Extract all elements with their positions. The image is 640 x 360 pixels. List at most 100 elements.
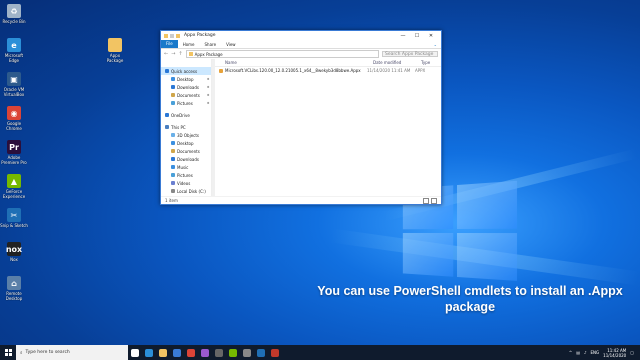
task-view-icon[interactable] xyxy=(128,345,142,360)
address-bar[interactable]: Appx Package xyxy=(185,50,379,58)
app-icon[interactable] xyxy=(268,345,282,360)
recycle-bin-icon: ♻ xyxy=(7,4,21,18)
nav-item[interactable]: Downloads xyxy=(161,155,211,163)
search-placeholder: Search Appx Package xyxy=(385,51,434,57)
pin-icon: ✱ xyxy=(206,101,210,105)
title-bar[interactable]: Appx Package — ☐ ✕ xyxy=(161,31,441,40)
nav-item[interactable]: Pictures xyxy=(161,171,211,179)
expand-ribbon-icon[interactable]: ⌄ xyxy=(434,42,441,47)
taskbar-search[interactable]: ⌕ Type here to search xyxy=(16,345,128,360)
network-icon[interactable]: ▤ xyxy=(576,350,580,355)
chrome-icon[interactable] xyxy=(184,345,198,360)
nav-item[interactable]: Quick access xyxy=(161,67,212,75)
appx-package-folder[interactable]: Appx Package xyxy=(101,38,129,63)
desktop-icon[interactable]: ⌂ Remote Desktop xyxy=(0,276,28,301)
nav-item[interactable]: Pictures ✱ xyxy=(161,99,211,107)
nav-icon xyxy=(171,101,175,105)
start-button[interactable] xyxy=(0,345,16,360)
navigation-pane[interactable]: Quick access Desktop ✱ Downloads ✱ Documents ✱… xyxy=(161,59,213,197)
nav-icon xyxy=(171,141,175,145)
tab-share[interactable]: Share xyxy=(200,42,222,47)
desktop-icon-label: Oracle VM VirtualBox xyxy=(3,87,25,97)
desktop-icon[interactable]: ▲ GeForce Experience xyxy=(0,174,28,199)
volume-icon[interactable]: ♪ xyxy=(584,350,587,355)
system-tray[interactable]: ^ ▤ ♪ ENG 11:42 AM 11/14/2020 ▢ xyxy=(569,348,640,358)
geforce-icon[interactable] xyxy=(226,345,240,360)
settings-icon[interactable] xyxy=(240,345,254,360)
nav-icon xyxy=(165,69,169,73)
quick-access-toolbar[interactable] xyxy=(164,33,180,38)
store-icon[interactable] xyxy=(170,345,184,360)
clock-date: 11/14/2020 xyxy=(603,352,627,358)
properties-icon[interactable] xyxy=(170,33,174,38)
nav-item[interactable]: Documents ✱ xyxy=(161,91,211,99)
desktop-icon[interactable]: Pr Adobe Premiere Pro xyxy=(0,140,28,165)
nav-item[interactable]: Desktop xyxy=(161,139,211,147)
search-box[interactable]: Search Appx Package xyxy=(382,51,438,57)
nav-item-label: Quick access xyxy=(171,68,198,74)
details-view-icon[interactable] xyxy=(423,197,429,204)
taskbar-app-glyph xyxy=(271,348,279,357)
back-icon[interactable]: ← xyxy=(164,51,168,57)
language-indicator[interactable]: ENG xyxy=(591,350,600,355)
chevron-up-icon[interactable]: ^ xyxy=(569,350,572,355)
nav-item[interactable]: OneDrive xyxy=(161,111,211,119)
minimize-button[interactable]: — xyxy=(396,33,410,39)
close-button[interactable]: ✕ xyxy=(424,33,438,39)
desktop-icon[interactable]: ◉ Google Chrome xyxy=(0,106,28,131)
forward-icon[interactable]: → xyxy=(171,51,175,57)
tab-home[interactable]: Home xyxy=(178,42,200,47)
desktop-icon-label: Snip & Sketch xyxy=(0,223,28,228)
notifications-icon[interactable]: ▢ xyxy=(630,350,634,355)
nav-item-label: Music xyxy=(177,164,189,170)
desktop-icon[interactable]: ♻ Recycle Bin xyxy=(0,4,28,24)
item-count: 1 item xyxy=(165,198,178,203)
premiere-icon: Pr xyxy=(7,140,21,154)
nav-item[interactable]: Documents xyxy=(161,147,211,155)
snip-icon[interactable] xyxy=(254,345,268,360)
nav-item-label: Local Disk (C:) xyxy=(177,188,206,194)
nav-item[interactable]: Downloads ✱ xyxy=(161,83,211,91)
nav-item[interactable]: Desktop ✱ xyxy=(161,75,211,83)
nav-item[interactable]: This PC xyxy=(161,123,211,131)
virtualbox-icon: ▣ xyxy=(7,72,21,86)
nav-icon xyxy=(171,77,175,81)
file-explorer-icon[interactable] xyxy=(156,345,170,360)
new-folder-icon[interactable] xyxy=(176,33,180,38)
camera-icon[interactable] xyxy=(212,345,226,360)
nav-icon xyxy=(171,93,175,97)
tiles-view-icon[interactable] xyxy=(431,197,437,204)
column-name[interactable]: Name xyxy=(215,60,373,65)
desktop-icon[interactable]: nox Nox xyxy=(0,242,28,262)
nav-item-label: 3D Objects xyxy=(177,132,200,138)
nav-item[interactable]: Local Disk (C:) xyxy=(161,187,211,195)
taskbar-app-glyph xyxy=(159,348,167,357)
desktop-icon[interactable]: ▣ Oracle VM VirtualBox xyxy=(0,72,28,97)
file-list[interactable]: Name Date modified Type Microsoft.VCLibs… xyxy=(215,59,441,197)
taskbar-app-glyph xyxy=(173,348,181,357)
appx-file-icon xyxy=(219,68,223,73)
up-icon[interactable]: ↑ xyxy=(178,51,182,57)
maximize-button[interactable]: ☐ xyxy=(410,33,424,39)
nav-item-label: Documents xyxy=(177,148,200,154)
pin-icon: ✱ xyxy=(206,77,210,81)
nav-item[interactable]: Music xyxy=(161,163,211,171)
clock[interactable]: 11:42 AM 11/14/2020 xyxy=(603,348,626,358)
table-row[interactable]: Microsoft.VCLibs.120.00_12.0.21005.1_x64… xyxy=(215,67,441,74)
column-type[interactable]: Type xyxy=(421,60,441,65)
desktop-icon-label: Nox xyxy=(10,257,18,262)
nav-item[interactable]: 3D Objects xyxy=(161,131,211,139)
nav-item[interactable]: Videos xyxy=(161,179,211,187)
taskbar-app-glyph xyxy=(187,348,195,357)
tab-file[interactable]: File xyxy=(161,40,178,48)
nav-item-label: Videos xyxy=(177,180,191,186)
edge-icon[interactable] xyxy=(142,345,156,360)
file-explorer-window[interactable]: Appx Package — ☐ ✕ File Home Share View … xyxy=(160,30,442,205)
premiere-icon[interactable] xyxy=(198,345,212,360)
desktop-icon[interactable]: ✂ Snip & Sketch xyxy=(0,208,28,228)
column-date[interactable]: Date modified xyxy=(373,60,421,65)
desktop-icon[interactable]: e Microsoft Edge xyxy=(0,38,28,63)
file-name: Microsoft.VCLibs.120.00_12.0.21005.1_x64… xyxy=(225,68,361,73)
nav-icon xyxy=(165,113,169,117)
tab-view[interactable]: View xyxy=(221,42,241,47)
